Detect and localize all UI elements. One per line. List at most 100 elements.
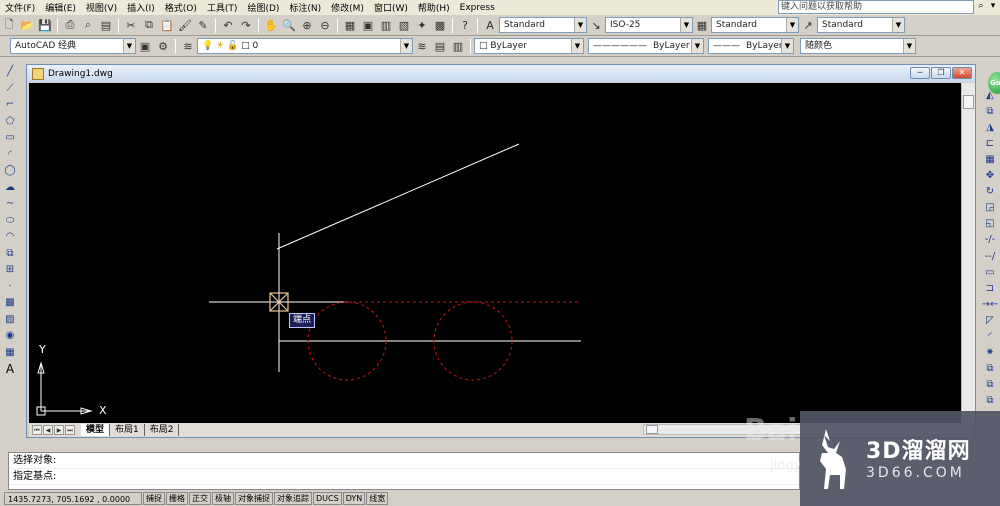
help-search-input[interactable]: 键入问题以获取帮助 (778, 0, 974, 14)
zoom-realtime-icon[interactable]: 🔍 (281, 17, 297, 33)
plot-style-select[interactable]: 随颜色 ▼ (800, 38, 916, 54)
tab-layout1[interactable]: 布局1 (110, 424, 145, 436)
last-tab-icon[interactable]: ⏭ (65, 425, 75, 435)
chamfer-icon[interactable]: ◸ (982, 313, 998, 327)
minimize-icon[interactable]: ─ (910, 67, 930, 79)
next-tab-icon[interactable]: ▶ (54, 425, 64, 435)
lineweight-select[interactable]: ——— ByLayer ▼ (708, 38, 794, 54)
osnap-toggle[interactable]: 对象捕捉 (235, 492, 273, 505)
explode-icon[interactable]: ✷ (982, 346, 998, 360)
command-window[interactable]: 选择对象: 指定基点: (8, 452, 800, 490)
workspace-settings-icon[interactable]: ▣ (137, 38, 153, 54)
dim-style-icon[interactable]: ↘ (588, 17, 604, 33)
make-layer-current-icon[interactable]: ≋ (414, 38, 430, 54)
dyn-toggle[interactable]: DYN (342, 492, 366, 505)
copy-icon[interactable]: ⧉ (141, 17, 157, 33)
command-prompt-line[interactable]: 指定基点: (9, 469, 799, 485)
layer-state-icon[interactable]: ▥ (450, 38, 466, 54)
insert-block-icon[interactable]: ⧉ (2, 246, 18, 261)
copy-object-icon[interactable]: ⧉ (982, 104, 998, 118)
tool-palettes-icon[interactable]: ▥ (378, 17, 394, 33)
ducs-toggle[interactable]: DUCS (313, 492, 342, 505)
drawing-title-bar[interactable]: Drawing1.dwg ─ ❐ ✕ (27, 65, 975, 82)
first-tab-icon[interactable]: ⏮ (32, 425, 42, 435)
region-icon[interactable]: ◉ (2, 328, 18, 343)
hatch-icon[interactable]: ▩ (2, 295, 18, 310)
gear-icon[interactable]: ⚙ (155, 38, 171, 54)
gradient-icon[interactable]: ▨ (2, 312, 18, 327)
open-folder-icon[interactable]: 📂 (19, 17, 35, 33)
layer-previous-icon[interactable]: ▤ (432, 38, 448, 54)
menu-format[interactable]: 格式(O) (160, 1, 202, 14)
revision-cloud-icon[interactable]: ☁ (2, 180, 18, 195)
break-icon[interactable]: ⊐ (982, 281, 998, 295)
multiline-text-icon[interactable]: A (2, 361, 18, 376)
chevron-down-icon[interactable]: ▼ (786, 18, 798, 32)
menu-file[interactable]: 文件(F) (0, 1, 40, 14)
layer-manager-icon[interactable]: ≋ (180, 38, 196, 54)
polyline-icon[interactable]: ⌐ (2, 97, 18, 112)
tab-model[interactable]: 模型 (81, 424, 111, 436)
menu-dimension[interactable]: 标注(N) (284, 1, 326, 14)
model-space-canvas[interactable]: 端点 Y X (29, 83, 961, 423)
menu-window[interactable]: 窗口(W) (369, 1, 413, 14)
make-block-icon[interactable]: ⊞ (2, 262, 18, 277)
point-icon[interactable]: · (2, 279, 18, 294)
stretch-icon[interactable]: ◱ (982, 217, 998, 231)
extend-icon[interactable]: --/ (982, 249, 998, 263)
table-style-select[interactable]: Standard ▼ (711, 17, 799, 33)
paste-icon[interactable]: 📋 (159, 17, 175, 33)
help-icon[interactable]: ? (457, 17, 473, 33)
new-file-icon[interactable]: 🗋 (1, 17, 17, 33)
menu-edit[interactable]: 编辑(E) (40, 1, 81, 14)
ortho-toggle[interactable]: 正交 (189, 492, 211, 505)
pan-icon[interactable]: ✋ (263, 17, 279, 33)
menu-insert[interactable]: 插入(I) (122, 1, 160, 14)
mirror-icon[interactable]: ◮ (982, 120, 998, 134)
publish-icon[interactable]: ▤ (98, 17, 114, 33)
polygon-icon[interactable]: ⬠ (2, 114, 18, 129)
text-style-select[interactable]: Standard ▼ (499, 17, 587, 33)
prev-tab-icon[interactable]: ◀ (43, 425, 53, 435)
sheet-set-icon[interactable]: ▧ (396, 17, 412, 33)
ellipse-arc-icon[interactable]: ◠ (2, 229, 18, 244)
menu-help[interactable]: 帮助(H) (413, 1, 455, 14)
chevron-down-icon[interactable]: ▼ (574, 18, 586, 32)
send-back-icon[interactable]: ⧉ (982, 394, 998, 408)
scale-icon[interactable]: ◲ (982, 201, 998, 215)
polar-toggle[interactable]: 极轴 (212, 492, 234, 505)
match-properties-icon[interactable]: 🖌 (177, 17, 193, 33)
dim-style-select[interactable]: ISO-25 ▼ (605, 17, 693, 33)
circle-icon[interactable]: ◯ (2, 163, 18, 178)
menu-tools[interactable]: 工具(T) (202, 1, 243, 14)
close-icon[interactable]: ✕ (952, 67, 972, 79)
menu-express[interactable]: Express (455, 3, 500, 13)
workspace-select[interactable]: AutoCAD 经典 ▼ (10, 38, 136, 54)
multileader-style-icon[interactable]: ↗ (800, 17, 816, 33)
communication-center-icon[interactable]: Go (988, 72, 1000, 94)
offset-icon[interactable]: ⊏ (982, 136, 998, 150)
properties-icon[interactable]: ▦ (342, 17, 358, 33)
chevron-down-icon[interactable]: ▼ (892, 18, 904, 32)
calculator-icon[interactable]: ▩ (432, 17, 448, 33)
arc-icon[interactable]: ◜ (2, 147, 18, 162)
vertical-scroll-thumb[interactable] (963, 95, 974, 109)
draw-order-icon[interactable]: ⧉ (982, 362, 998, 376)
linetype-select[interactable]: —————— ByLayer ▼ (588, 38, 704, 54)
zoom-previous-icon[interactable]: ⊖ (317, 17, 333, 33)
snap-toggle[interactable]: 捕捉 (143, 492, 165, 505)
chevron-down-icon[interactable]: ▼ (903, 39, 915, 53)
array-icon[interactable]: ▦ (982, 152, 998, 166)
chevron-down-icon[interactable]: ▼ (400, 39, 412, 53)
save-icon[interactable]: 💾 (37, 17, 53, 33)
construction-line-icon[interactable]: ⟋ (2, 81, 18, 96)
table-style-icon[interactable]: ▦ (694, 17, 710, 33)
design-center-icon[interactable]: ▣ (360, 17, 376, 33)
chevron-down-icon[interactable]: ▼ (781, 39, 793, 53)
print-icon[interactable]: ⎙ (62, 17, 78, 33)
move-icon[interactable]: ✥ (982, 168, 998, 182)
chevron-down-icon[interactable]: ▼ (680, 18, 692, 32)
join-icon[interactable]: →← (982, 297, 999, 311)
slanted-line[interactable] (276, 143, 520, 250)
chevron-down-icon[interactable]: ▼ (571, 39, 583, 53)
